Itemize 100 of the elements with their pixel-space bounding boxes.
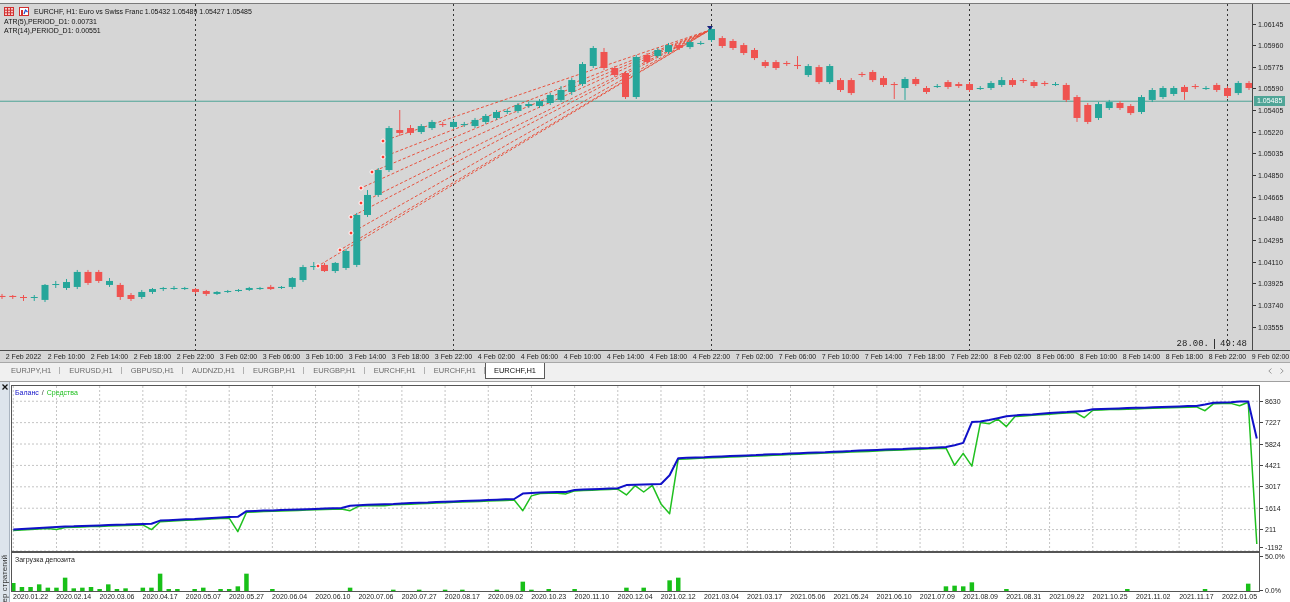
candlestick [998,76,1006,88]
candlestick [1062,82,1070,103]
candlestick [579,61,586,87]
load-bar [71,588,76,591]
candlestick [149,287,156,295]
candlestick [1127,103,1135,116]
candlestick [159,286,167,292]
candlestick [751,47,758,61]
candlestick [783,60,791,67]
candlestick [482,113,490,125]
candlestick [675,42,683,51]
candlestick [837,77,844,93]
candlestick [1116,100,1124,111]
candlestick [267,284,275,291]
load-bar [244,573,249,591]
load-bar [1245,583,1251,591]
candlestick [1105,99,1113,111]
candlestick [1170,85,1178,97]
load-bar [12,583,16,591]
candlestick [364,189,371,218]
load-bar [235,586,241,591]
candlestick [9,294,17,300]
candlestick [1181,84,1188,101]
candlestick [321,262,328,273]
chevron-right-icon[interactable] [1280,368,1284,374]
candlestick [1159,85,1167,100]
candlestick [729,38,737,51]
candlestick [353,212,361,268]
load-bar [62,577,68,591]
load-bar [123,588,128,591]
candlestick [697,40,705,46]
entry-marker-icon [348,230,354,236]
candlestick [525,101,533,109]
load-bar [45,587,51,591]
candlestick [170,285,178,291]
load-bar [676,577,681,591]
load-bar [149,587,154,591]
candlestick [73,269,81,290]
candlestick [460,121,468,128]
candlestick [804,63,812,78]
load-bar [961,586,966,591]
candlestick [966,81,973,93]
candlestick [450,119,457,130]
candlestick [976,85,984,91]
candlestick [331,261,339,274]
arrow-marker-icon [707,26,713,30]
candlestick [30,294,38,302]
candlestick [1073,94,1081,123]
candlestick [192,287,199,295]
load-bar [106,584,111,591]
candlestick [568,77,576,96]
candlestick [955,81,963,89]
timer-text: 28.00. [1176,339,1209,349]
candlestick [63,278,70,291]
candlestick [622,70,629,100]
load-bar [140,587,146,591]
candlestick [1084,102,1092,125]
candlestick [1041,80,1049,87]
candlestick [20,294,27,302]
candlestick [417,123,425,135]
load-bar [80,587,85,591]
entry-marker-icon [337,247,343,253]
candlestick [1202,85,1210,91]
candlestick [794,55,801,70]
candlestick [761,59,769,69]
candlestick [826,63,834,85]
candlestick [127,292,135,302]
candlestick [106,277,113,288]
chart-icon [19,7,29,16]
candlestick [815,64,823,85]
candlestick [880,75,887,88]
candlestick [589,45,597,69]
candlestick [514,102,522,114]
candlestick [1019,77,1027,84]
candlestick [213,290,221,296]
candlestick [374,167,382,198]
candlestick [202,289,210,297]
candlestick [224,289,232,294]
candlestick [557,85,565,103]
load-bar [54,587,59,591]
timer-text: 49:48 [1220,339,1247,349]
candlestick [632,54,640,100]
candlestick [1138,94,1145,115]
candlestick [288,276,296,290]
candlestick [116,282,124,301]
close-icon[interactable] [1,384,8,390]
candlestick [686,39,694,50]
candlestick [1009,77,1016,88]
load-bar [952,585,957,591]
candlestick [933,83,941,89]
candlestick [1148,87,1156,103]
candlestick [299,264,307,283]
candlestick [471,117,479,129]
candlestick [181,286,189,291]
candlestick [654,47,662,59]
candlestick [278,285,285,290]
candlestick [600,47,608,71]
chevron-left-icon[interactable] [1268,368,1272,374]
candlestick [1191,83,1199,90]
candlestick [1030,79,1038,89]
